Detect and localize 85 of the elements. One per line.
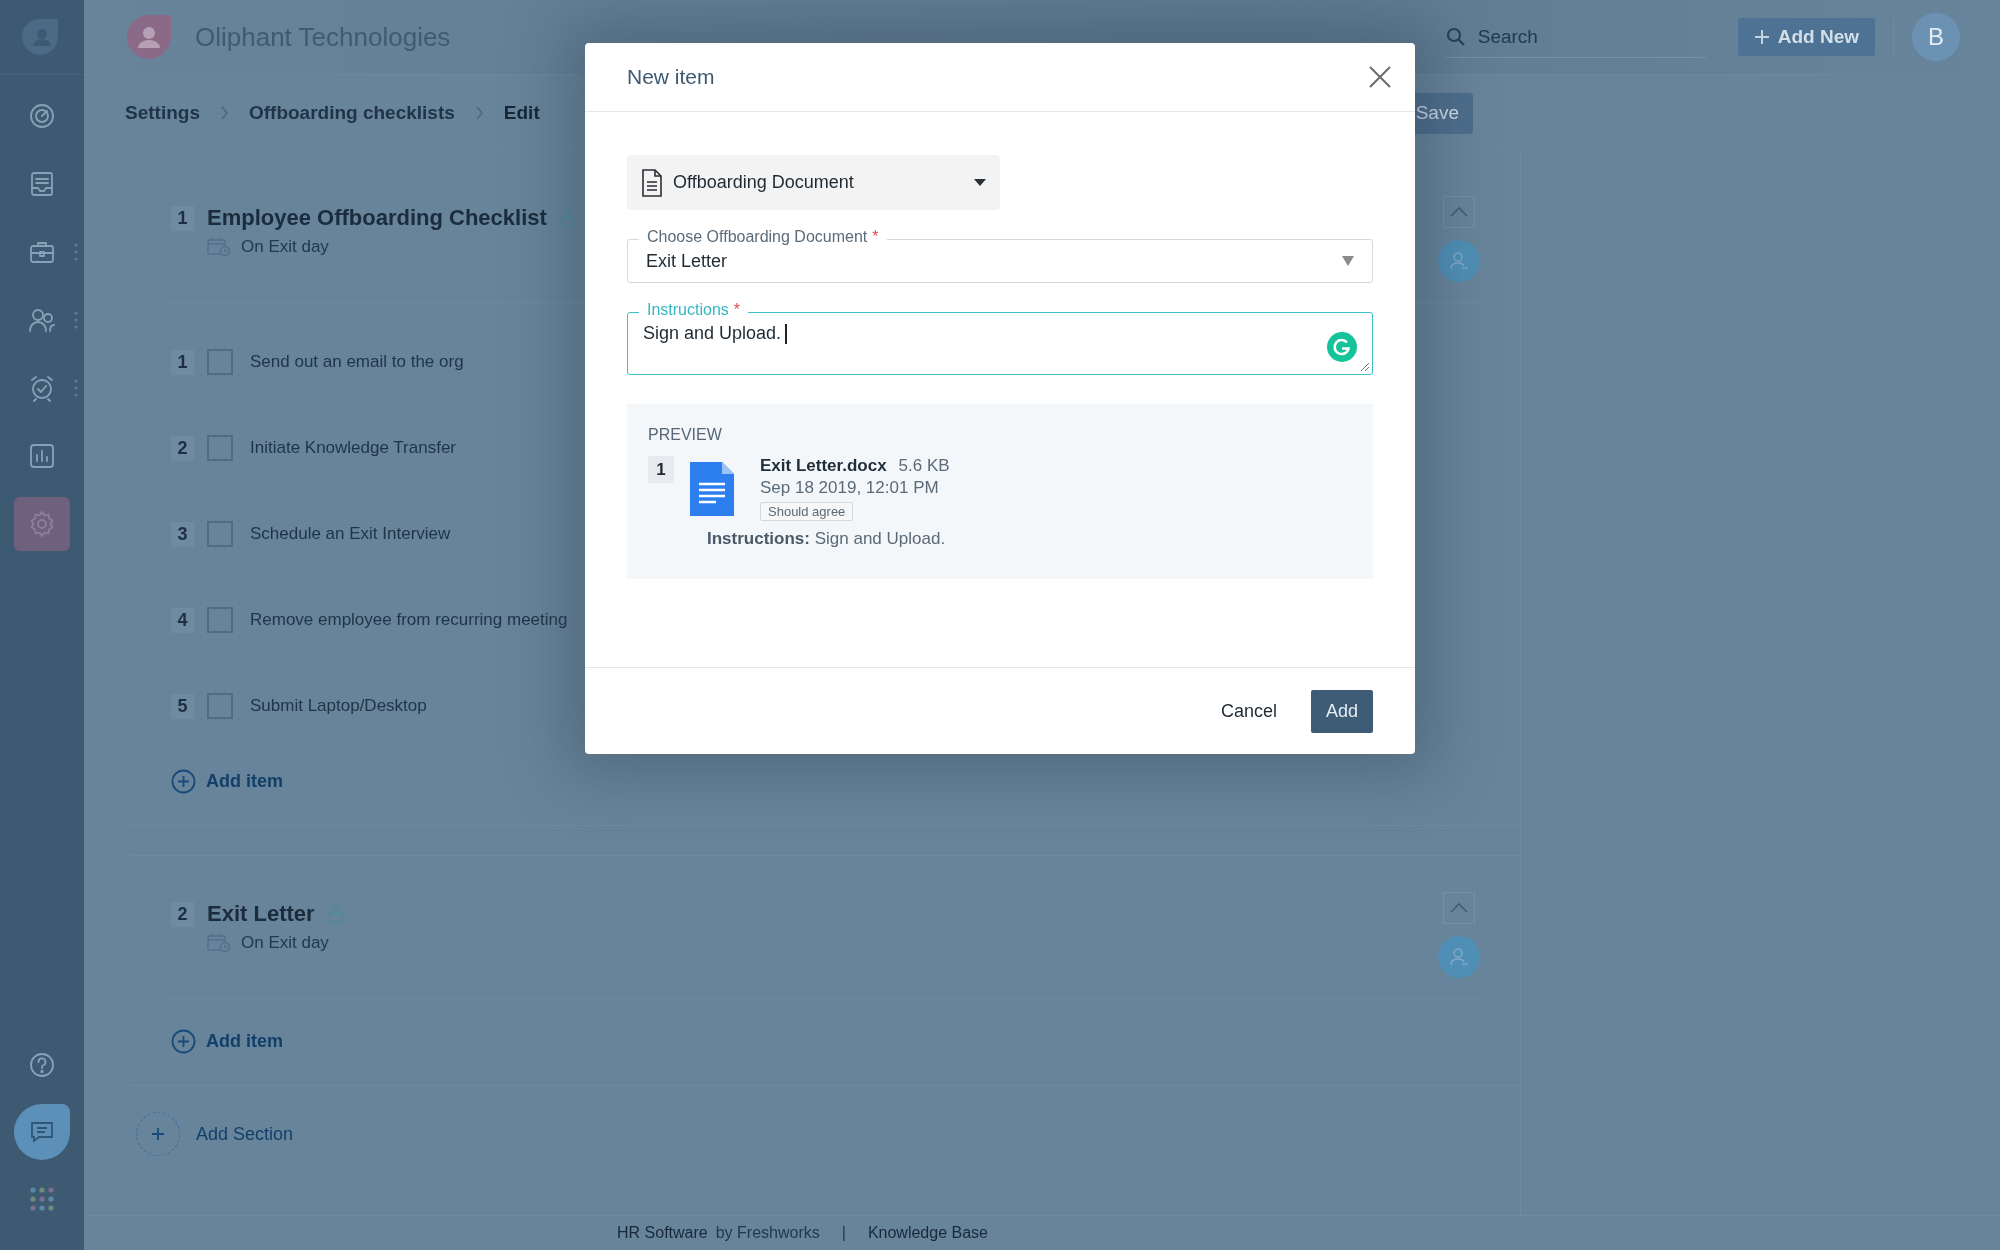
- add-section-button[interactable]: Add Section: [136, 1112, 294, 1156]
- section-number: 1: [171, 205, 194, 231]
- dialog-title: New item: [627, 65, 715, 89]
- breadcrumb-item: Edit: [503, 102, 540, 124]
- chat-icon: [29, 1119, 55, 1144]
- item-number: 5: [171, 693, 194, 719]
- preview-heading: PREVIEW: [648, 426, 723, 444]
- item-number: 3: [171, 521, 194, 547]
- document-file-icon: [690, 462, 734, 516]
- checkbox[interactable]: [207, 521, 233, 547]
- item-number: 1: [171, 349, 194, 375]
- item-number: 4: [171, 607, 194, 633]
- breadcrumb-item[interactable]: Settings: [125, 102, 200, 124]
- checkbox[interactable]: [207, 349, 233, 375]
- add-new-button[interactable]: Add New: [1737, 18, 1875, 56]
- inbox-icon: [28, 170, 56, 198]
- chevron-up-icon: [1450, 903, 1468, 913]
- chevron-up-icon: [1450, 207, 1468, 217]
- chevron-right-icon: [474, 106, 484, 120]
- text-cursor: [785, 324, 787, 344]
- lock-icon: [559, 208, 576, 228]
- section-title: Exit Letter: [207, 901, 315, 927]
- item-label: Initiate Knowledge Transfer: [250, 438, 456, 458]
- attachment-number: 1: [648, 456, 674, 483]
- checkbox[interactable]: [207, 435, 233, 461]
- plus-circle-icon: [171, 1028, 196, 1054]
- checkbox[interactable]: [207, 607, 233, 633]
- settings-icon: [28, 510, 56, 538]
- search-icon: [1445, 26, 1466, 47]
- dashboard-icon: [28, 102, 56, 130]
- assignee-button[interactable]: [1438, 936, 1480, 978]
- agreement-tag: Should agree: [760, 502, 854, 521]
- vendor-credit: by Freshworks: [715, 1224, 820, 1242]
- document-icon: [641, 168, 663, 197]
- add-item-button[interactable]: Add item: [171, 749, 283, 813]
- user-icon: [1448, 250, 1470, 272]
- apps-grid-icon[interactable]: [30, 1186, 54, 1211]
- plus-icon: [150, 1126, 166, 1142]
- sidebar-item[interactable]: [14, 497, 70, 551]
- checkbox[interactable]: [207, 693, 233, 719]
- preview-instructions: Instructions: Sign and Upload.: [707, 529, 947, 549]
- item-label: Remove employee from recurring meeting: [250, 610, 568, 630]
- user-icon: [1448, 946, 1470, 968]
- company-logo-icon: [125, 13, 173, 61]
- section-number: 2: [171, 901, 194, 927]
- plus-icon: [1753, 29, 1770, 45]
- grammar-check-icon[interactable]: [1327, 332, 1357, 362]
- lock-icon: [327, 904, 344, 924]
- file-name: Exit Letter.docx: [760, 456, 887, 476]
- collapse-button[interactable]: [1443, 196, 1475, 228]
- more-icon[interactable]: [74, 243, 78, 261]
- help-icon[interactable]: [28, 1050, 56, 1079]
- footer-separator: |: [841, 1224, 846, 1242]
- chat-button[interactable]: [14, 1103, 70, 1160]
- item-label: Send out an email to the org: [250, 352, 464, 372]
- collapse-button[interactable]: [1443, 892, 1475, 924]
- item-number: 2: [171, 435, 194, 461]
- item-type-dropdown[interactable]: Offboarding Document: [627, 155, 1000, 210]
- more-icon[interactable]: [74, 379, 78, 397]
- more-icon[interactable]: [74, 311, 78, 329]
- item-label: Schedule an Exit Interview: [250, 524, 451, 544]
- product-name: HR Software: [617, 1224, 708, 1242]
- breadcrumb-item[interactable]: Offboarding checklists: [248, 102, 455, 124]
- schedule-label: On Exit day: [241, 237, 329, 257]
- add-button[interactable]: Add: [1311, 689, 1373, 733]
- cancel-button[interactable]: Cancel: [1216, 692, 1281, 730]
- alarm-icon: [28, 374, 56, 402]
- file-date: Sep 18 2019, 12:01 PM: [760, 478, 939, 498]
- close-icon[interactable]: [1369, 66, 1391, 88]
- schedule-label: On Exit day: [241, 933, 329, 953]
- chart-icon: [28, 442, 56, 470]
- resize-handle-icon[interactable]: [1360, 362, 1370, 372]
- assignee-button[interactable]: [1438, 240, 1480, 282]
- user-avatar[interactable]: B: [1912, 13, 1960, 61]
- chevron-right-icon: [219, 106, 229, 120]
- knowledge-base-link[interactable]: Knowledge Base: [867, 1224, 988, 1242]
- caret-down-icon: [974, 179, 986, 186]
- search-field[interactable]: Search: [1445, 16, 1706, 58]
- file-size: 5.6 KB: [898, 456, 950, 476]
- caret-down-icon: [1342, 256, 1354, 266]
- add-item-button[interactable]: Add item: [171, 1009, 283, 1073]
- people-icon: [28, 306, 56, 334]
- plus-circle-icon: [171, 768, 196, 794]
- item-label: Submit Laptop/Desktop: [250, 696, 427, 716]
- section-title: Employee Offboarding Checklist: [207, 205, 547, 231]
